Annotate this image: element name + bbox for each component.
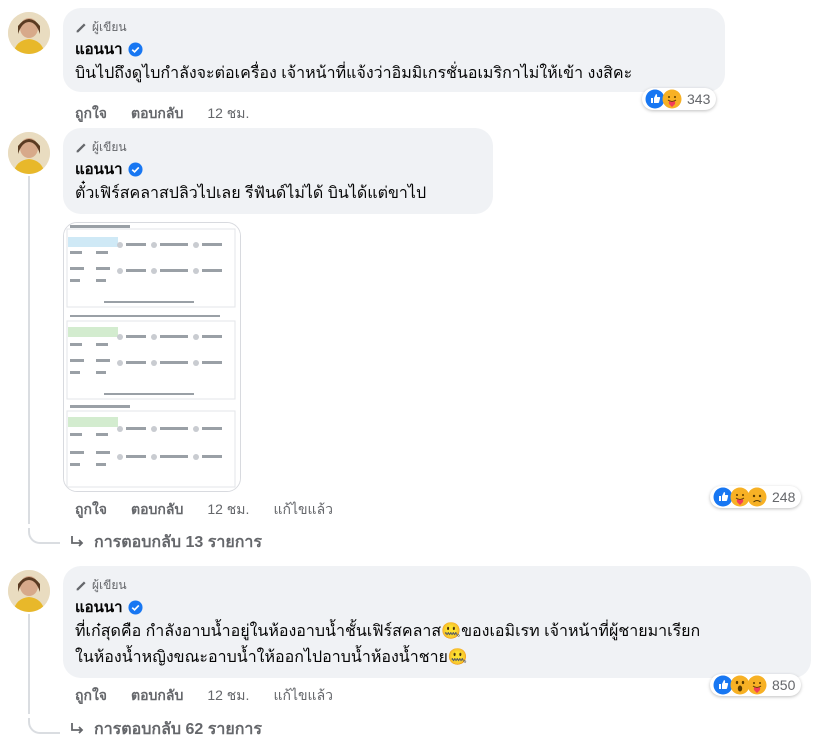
like-button[interactable]: ถูกใจ: [75, 685, 107, 707]
author-tag-label: ผู้เขียน: [92, 139, 127, 154]
reply-button[interactable]: ตอบกลับ: [131, 685, 183, 707]
thread-connector: [28, 528, 60, 544]
reaction-summary[interactable]: 850: [710, 674, 802, 696]
care-icon: [662, 89, 682, 109]
like-button[interactable]: ถูกใจ: [75, 103, 107, 125]
author-badge: ผู้เขียน: [75, 576, 797, 594]
verified-badge-icon: [128, 599, 143, 615]
sad-icon: [747, 487, 767, 507]
reply-arrow-icon: [71, 723, 84, 734]
timestamp[interactable]: 12 ชม.: [207, 103, 249, 125]
like-button[interactable]: ถูกใจ: [75, 499, 107, 521]
pencil-icon: [76, 22, 86, 32]
comment-text-line-2: ในห้องน้ำหญิงขณะอาบน้ำให้ออกไปอาบน้ำห้อง…: [75, 649, 468, 666]
thread-line: [28, 614, 30, 714]
view-replies-link[interactable]: การตอบกลับ 13 รายการ: [68, 531, 262, 553]
comment-text: บินไปถึงดูไบกำลังจะต่อเครื่อง เจ้าหน้าที…: [75, 65, 633, 82]
reaction-summary[interactable]: 343: [642, 88, 717, 110]
author-name[interactable]: แอนนา: [75, 157, 123, 181]
reaction-count: 248: [772, 489, 796, 505]
replies-count-label: การตอบกลับ 13 รายการ: [94, 533, 262, 551]
author-badge: ผู้เขียน: [75, 18, 711, 36]
reaction-count: 850: [772, 677, 796, 693]
reaction-count: 343: [687, 91, 711, 107]
thread-line: [28, 176, 30, 524]
avatar[interactable]: [8, 12, 50, 54]
comment-text-line-1: ที่เก๋สุดคือ กำลังอาบน้ำอยู่ในห้องอาบน้ำ…: [75, 623, 701, 640]
author-name[interactable]: แอนนา: [75, 595, 123, 619]
comment-actions: ถูกใจ ตอบกลับ 12 ชม. แก้ไขแล้ว: [75, 686, 333, 706]
comment-text: ตั๋วเฟิร์สคลาสปลิวไปเลย รีฟันด์ไม่ได้ บิ…: [75, 185, 427, 202]
author-tag-label: ผู้เขียน: [92, 19, 127, 34]
edited-label: แก้ไขแล้ว: [273, 687, 334, 703]
pencil-icon: [76, 142, 86, 152]
reply-arrow-icon: [71, 536, 84, 547]
reaction-summary[interactable]: 248: [710, 486, 802, 508]
attached-image[interactable]: [63, 222, 241, 492]
author-name[interactable]: แอนนา: [75, 37, 123, 61]
reply-button[interactable]: ตอบกลับ: [131, 499, 183, 521]
thread-connector: [28, 718, 60, 734]
verified-badge-icon: [128, 41, 143, 57]
timestamp[interactable]: 12 ชม.: [207, 499, 249, 521]
avatar[interactable]: [8, 132, 50, 174]
pencil-icon: [76, 580, 86, 590]
replies-count-label: การตอบกลับ 62 รายการ: [94, 720, 262, 738]
care-icon: [747, 675, 767, 695]
timestamp[interactable]: 12 ชม.: [207, 685, 249, 707]
verified-badge-icon: [128, 161, 143, 177]
view-replies-link[interactable]: การตอบกลับ 62 รายการ: [68, 718, 262, 740]
avatar[interactable]: [8, 570, 50, 612]
comment-actions: ถูกใจ ตอบกลับ 12 ชม. แก้ไขแล้ว: [75, 500, 333, 520]
reply-button[interactable]: ตอบกลับ: [131, 103, 183, 125]
comment-bubble: ผู้เขียน แอนนา ที่เก๋สุดคือ กำลังอาบน้ำอ…: [63, 566, 811, 678]
comment-actions: ถูกใจ ตอบกลับ 12 ชม.: [75, 104, 249, 124]
author-tag-label: ผู้เขียน: [92, 577, 127, 592]
comment-bubble: ผู้เขียน แอนนา บินไปถึงดูไบกำลังจะต่อเคร…: [63, 8, 725, 92]
flight-itinerary-screenshot: [64, 223, 240, 491]
author-badge: ผู้เขียน: [75, 138, 479, 156]
edited-label: แก้ไขแล้ว: [273, 501, 334, 517]
comment-bubble: ผู้เขียน แอนนา ตั๋วเฟิร์สคลาสปลิวไปเลย ร…: [63, 128, 493, 214]
